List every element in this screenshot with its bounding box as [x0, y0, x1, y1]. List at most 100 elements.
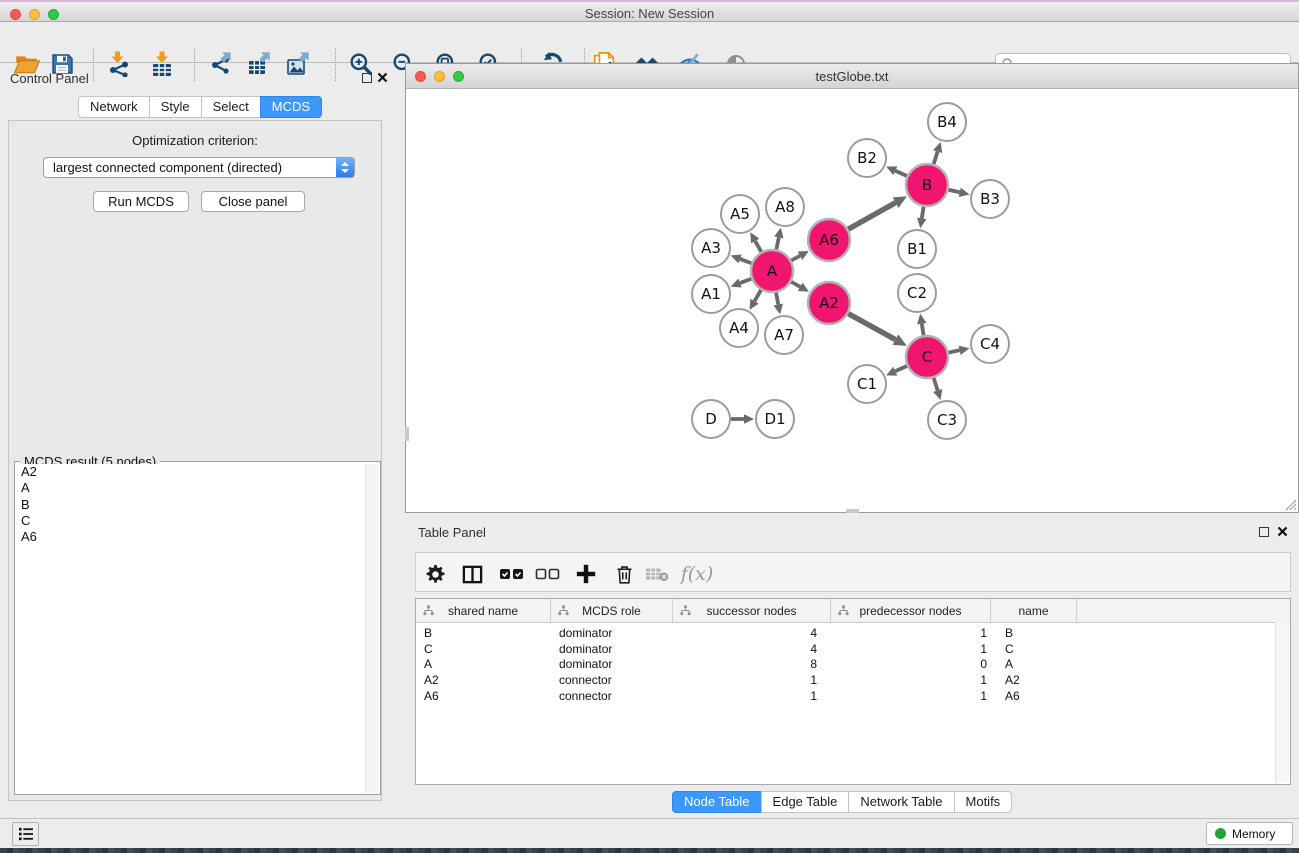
- graph-edge-B-B3[interactable]: [948, 188, 969, 197]
- graph-node-A4[interactable]: A4: [720, 309, 758, 347]
- graph-node-A3[interactable]: A3: [692, 229, 730, 267]
- graph-edge-C-C4[interactable]: [949, 346, 970, 355]
- graph-node-B3[interactable]: B3: [971, 180, 1009, 218]
- tab-network[interactable]: Network: [78, 96, 150, 118]
- graph-node-B1[interactable]: B1: [898, 230, 936, 268]
- graph-edge-A-A4[interactable]: [750, 290, 761, 310]
- graph-node-A5[interactable]: A5: [721, 195, 759, 233]
- graph-node-C3[interactable]: C3: [928, 401, 966, 439]
- graph-node-B4[interactable]: B4: [928, 103, 966, 141]
- delete-columns-icon[interactable]: [611, 561, 637, 587]
- add-column-icon[interactable]: [573, 561, 599, 587]
- status-bar: [0, 818, 1299, 848]
- table-row[interactable]: Adominator80A: [416, 656, 1290, 672]
- graph-edge-B-B1[interactable]: [917, 207, 926, 229]
- graph-edge-A-A6[interactable]: [791, 251, 808, 261]
- table-row[interactable]: A6connector11A6: [416, 688, 1290, 704]
- optimization-criterion-select[interactable]: largest connected component (directed): [43, 157, 355, 178]
- graph-node-A[interactable]: A: [751, 250, 793, 292]
- network-graph[interactable]: A A1 A2 A3 A4 A5 A6 A7 A8 B B1 B2 B3 B4 C C1 C2 C3C4 D D1: [406, 89, 1298, 512]
- window-resize-grip[interactable]: [1284, 498, 1297, 511]
- control-panel-close-icon[interactable]: [377, 72, 388, 83]
- graph-node-D1[interactable]: D1: [756, 400, 794, 438]
- graph-node-C1[interactable]: C1: [848, 365, 886, 403]
- graph-node-D[interactable]: D: [692, 400, 730, 438]
- tab-node-table[interactable]: Node Table: [672, 791, 762, 813]
- column-header-predecessor-nodes[interactable]: predecessor nodes: [831, 599, 991, 622]
- table-body: Bdominator41BCdominator41CAdominator80AA…: [416, 623, 1290, 703]
- column-header-name[interactable]: name: [991, 599, 1077, 622]
- graph-node-C[interactable]: C: [906, 336, 948, 378]
- table-row[interactable]: Cdominator41C: [416, 641, 1290, 657]
- export-table-icon[interactable]: [246, 51, 272, 77]
- table-options-gear-icon[interactable]: [422, 561, 448, 587]
- table-cell: 1: [831, 642, 991, 656]
- select-all-columns-icon[interactable]: [498, 561, 524, 587]
- toolbar-separator: [194, 48, 195, 81]
- graph-edge-C-C2[interactable]: [917, 314, 926, 336]
- select-stepper-icon[interactable]: [336, 158, 354, 177]
- table-cell: 0: [831, 657, 991, 671]
- graph-node-A2[interactable]: A2: [808, 282, 850, 324]
- import-network-icon[interactable]: [107, 51, 133, 77]
- table-cell: 1: [673, 689, 831, 703]
- graph-node-label: A7: [774, 326, 794, 344]
- export-image-icon[interactable]: [285, 51, 311, 77]
- graph-edge-A6-B[interactable]: [848, 196, 907, 229]
- mcds-result-list[interactable]: A2ABCA6: [16, 464, 367, 793]
- export-network-icon[interactable]: [208, 51, 234, 77]
- graph-edge-D-D1[interactable]: [731, 414, 754, 424]
- graph-edge-A-A5[interactable]: [750, 232, 761, 252]
- vertical-scroll-thumb[interactable]: [405, 427, 409, 441]
- task-history-button[interactable]: [12, 822, 39, 846]
- tab-style[interactable]: Style: [149, 96, 202, 118]
- graph-edge-A-A3[interactable]: [731, 254, 752, 263]
- clear-table-icon[interactable]: [644, 561, 670, 587]
- tab-motifs[interactable]: Motifs: [954, 791, 1013, 813]
- table-scrollbar[interactable]: [1275, 622, 1289, 783]
- import-table-icon[interactable]: [149, 51, 175, 77]
- graph-node-A7[interactable]: A7: [765, 316, 803, 354]
- graph-edge-A2-C[interactable]: [848, 314, 907, 346]
- graph-node-label: A3: [701, 239, 721, 257]
- graph-node-A6[interactable]: A6: [808, 219, 850, 261]
- graph-node-A1[interactable]: A1: [692, 275, 730, 313]
- result-item: A6: [16, 529, 367, 545]
- graph-node-B[interactable]: B: [906, 164, 948, 206]
- graph-edge-B-B2[interactable]: [886, 166, 907, 176]
- graph-edge-A-A7[interactable]: [774, 293, 783, 315]
- table-row[interactable]: Bdominator41B: [416, 625, 1290, 641]
- graph-edge-C-C1[interactable]: [886, 366, 907, 376]
- column-header-mcds-role[interactable]: MCDS role: [551, 599, 673, 622]
- tab-select[interactable]: Select: [201, 96, 261, 118]
- column-header-successor-nodes[interactable]: successor nodes: [673, 599, 831, 622]
- table-panel-close-icon[interactable]: [1277, 526, 1288, 537]
- network-canvas[interactable]: A A1 A2 A3 A4 A5 A6 A7 A8 B B1 B2 B3 B4 C C1 C2 C3C4 D D1: [406, 89, 1298, 512]
- unselect-all-columns-icon[interactable]: [534, 561, 560, 587]
- function-builder-button[interactable]: f(x): [680, 561, 714, 587]
- memory-status-icon: [1215, 828, 1226, 839]
- memory-button[interactable]: Memory: [1206, 822, 1293, 845]
- column-header-shared-name[interactable]: shared name: [416, 599, 551, 622]
- column-type-icon: [680, 605, 691, 619]
- graph-edge-A-A1[interactable]: [731, 279, 752, 288]
- tab-mcds[interactable]: MCDS: [260, 96, 322, 118]
- show-columns-icon[interactable]: [459, 561, 485, 587]
- graph-edge-A-A8[interactable]: [774, 228, 783, 250]
- tab-network-table[interactable]: Network Table: [848, 791, 954, 813]
- graph-edge-A-A2[interactable]: [791, 282, 809, 292]
- graph-node-B2[interactable]: B2: [848, 139, 886, 177]
- graph-node-C2[interactable]: C2: [898, 274, 936, 312]
- run-mcds-button[interactable]: Run MCDS: [93, 191, 189, 212]
- graph-edge-B-B4[interactable]: [933, 142, 942, 164]
- graph-node-A8[interactable]: A8: [766, 188, 804, 226]
- table-row[interactable]: A2connector11A2: [416, 672, 1290, 688]
- graph-edge-C-C3[interactable]: [933, 378, 942, 400]
- result-scrollbar[interactable]: [365, 464, 379, 793]
- table-panel-float-icon[interactable]: [1259, 527, 1269, 537]
- tab-edge-table[interactable]: Edge Table: [761, 791, 850, 813]
- horizontal-scroll-thumb[interactable]: [846, 509, 859, 513]
- graph-node-C4[interactable]: C4: [971, 325, 1009, 363]
- close-panel-button[interactable]: Close panel: [201, 191, 305, 212]
- control-panel-float-icon[interactable]: [362, 73, 372, 83]
